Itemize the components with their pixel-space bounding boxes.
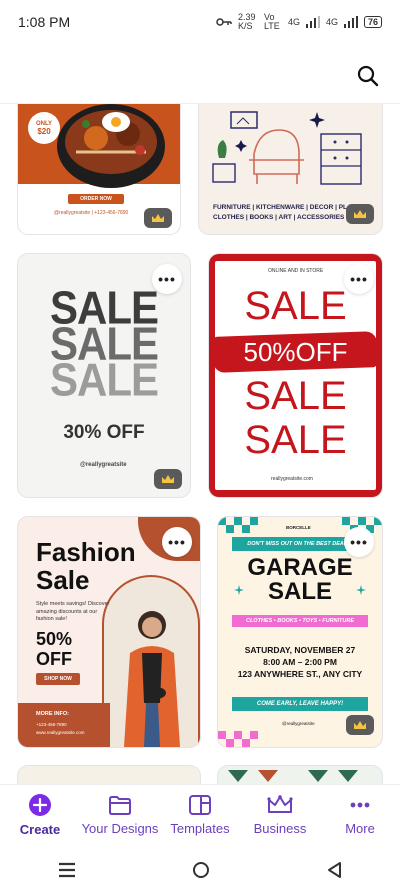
status-time: 1:08 PM — [18, 14, 71, 30]
garage-brand: BORCELLE — [286, 525, 311, 530]
garage-date: SATURDAY, NOVEMBER 27 — [244, 645, 356, 655]
crown-icon — [162, 475, 174, 483]
nav-business[interactable]: Business — [240, 785, 320, 844]
crown-icon — [354, 721, 366, 729]
crown-icon — [152, 214, 164, 222]
more-options-button[interactable]: ••• — [162, 527, 192, 557]
order-button-label: ORDER NOW — [80, 196, 112, 202]
furniture-illustration — [212, 111, 362, 185]
template-card-sale-gray[interactable]: ••• SALE SALE SALE 30% OFF @reallygreats… — [18, 254, 190, 497]
more-options-button[interactable]: ••• — [344, 527, 374, 557]
garage-items: CLOTHES • BOOKS • TOYS • FURNITURE — [245, 618, 355, 624]
fashion-title-2: Sale — [36, 565, 90, 595]
food-bowl-image — [57, 104, 165, 188]
network-label-3: 4G — [325, 17, 338, 27]
fashion-title-1: Fashion — [36, 537, 136, 567]
folder-icon — [109, 795, 131, 815]
template-feed[interactable]: ONLY $20 ORDER NOW @reallygreatsite | +1… — [0, 104, 400, 784]
more-options-button[interactable]: ••• — [344, 264, 374, 294]
net-speed: 2.39 K/S — [237, 12, 256, 31]
nav-create-label: Create — [19, 821, 61, 837]
status-bar: 1:08 PM 2.39 K/S Vo LTE 4G 4G 76 — [0, 0, 400, 44]
signal-icon-2 — [343, 16, 358, 28]
template-card-fashion[interactable]: Fashion Sale Style meets savings! Discov… — [18, 517, 200, 747]
badge-price: $20 — [37, 126, 51, 136]
fashion-phone: +123-456-7890 — [36, 722, 67, 727]
fashion-desc: Style meets savings! Discover amazing di… — [36, 601, 110, 622]
nav-your-designs-label: Your Designs — [81, 820, 159, 836]
nav-business-label: Business — [253, 820, 307, 836]
bunting-decoration — [228, 770, 358, 782]
sale-gray-handle: @reallygreatsite — [80, 462, 127, 468]
status-icons: 2.39 K/S Vo LTE 4G 4G 76 — [216, 13, 382, 31]
garage-tag: DON'T MISS OUT ON THE BEST DEALS! — [247, 541, 353, 547]
garage-time: 8:00 AM – 2:00 PM — [263, 657, 337, 667]
furniture-line-1: FURNITURE | KITCHENWARE | DECOR | PLANTS — [213, 204, 365, 211]
nav-create[interactable]: Create — [0, 785, 80, 844]
nav-your-designs[interactable]: Your Designs — [80, 785, 160, 844]
signal-icon — [305, 16, 320, 28]
template-card-sale-red[interactable]: ONLINE AND IN STORE SALE 50%OFF SALE SAL… — [209, 254, 382, 497]
premium-badge — [154, 469, 182, 489]
garage-items-banner: CLOTHES • BOOKS • TOYS • FURNITURE — [232, 615, 368, 627]
template-card-partial-right[interactable] — [218, 766, 382, 784]
garage-site: @reallygreatsite — [282, 721, 315, 726]
fashion-discount-2: OFF — [36, 649, 72, 669]
price-badge: ONLY $20 — [28, 112, 60, 144]
search-icon[interactable] — [356, 64, 380, 88]
templates-icon — [189, 794, 211, 815]
fashion-info-label: MORE INFO: — [36, 711, 69, 717]
key-icon — [216, 18, 232, 26]
nav-more[interactable]: More — [320, 785, 400, 844]
model-photo — [124, 611, 180, 747]
sale-red-word-3: SALE — [244, 418, 347, 462]
premium-badge — [144, 208, 172, 228]
fashion-shop-label: SHOP NOW — [44, 676, 72, 682]
sparkle-icon — [356, 585, 366, 595]
sale-gray-discount: 30% OFF — [63, 422, 145, 443]
garage-address: 123 ANYWHERE ST., ANY CITY — [237, 669, 363, 679]
template-card-garage[interactable]: BORCELLE DON'T MISS OUT ON THE BEST DEAL… — [218, 517, 382, 747]
nav-more-label: More — [345, 820, 375, 836]
fashion-shop-button: SHOP NOW — [36, 673, 80, 685]
crown-icon — [354, 210, 366, 218]
garage-cta: COME EARLY, LEAVE HAPPY! — [256, 701, 344, 707]
template-card-furniture[interactable]: FURNITURE | KITCHENWARE | DECOR | PLANTS… — [199, 104, 382, 234]
food-footer: @reallygreatsite | +123-456-7890 — [54, 210, 129, 216]
back-icon[interactable] — [326, 861, 342, 879]
more-horizontal-icon — [350, 802, 370, 807]
network-label-2: 4G — [287, 17, 300, 27]
crown-icon — [267, 794, 293, 813]
fashion-discount-1: 50% — [36, 629, 73, 649]
bottom-nav: Create Your Designs Templates Business M… — [0, 784, 400, 844]
garage-cta-banner: COME EARLY, LEAVE HAPPY! — [232, 697, 368, 711]
app-bar — [0, 44, 400, 104]
sale-red-discount: 50%OFF — [243, 337, 348, 367]
battery-indicator: 76 — [363, 16, 382, 28]
furniture-line-2: CLOTHES | BOOKS | ART | ACCESSORIES | SH… — [213, 214, 369, 221]
sale-red-site: reallygreatsite.com — [271, 476, 313, 482]
template-card-food[interactable]: ONLY $20 ORDER NOW @reallygreatsite | +1… — [18, 104, 180, 234]
recents-icon[interactable] — [58, 862, 76, 878]
sale-red-word-2: SALE — [244, 374, 347, 418]
premium-badge — [346, 715, 374, 735]
plus-circle-icon — [29, 793, 51, 816]
sale-word-3: SALE — [49, 353, 159, 406]
sparkle-icon — [234, 585, 244, 595]
fashion-site: www.reallygreatsite.com — [36, 730, 85, 735]
home-icon[interactable] — [192, 861, 210, 879]
template-card-partial-left[interactable] — [18, 766, 200, 784]
premium-badge — [346, 204, 374, 224]
nav-templates-label: Templates — [170, 820, 230, 836]
network-label-1: Vo LTE — [263, 12, 280, 31]
system-nav-bar — [0, 844, 400, 895]
nav-templates[interactable]: Templates — [160, 785, 240, 844]
order-button: ORDER NOW — [68, 194, 124, 204]
sale-red-top: ONLINE AND IN STORE — [268, 268, 324, 274]
